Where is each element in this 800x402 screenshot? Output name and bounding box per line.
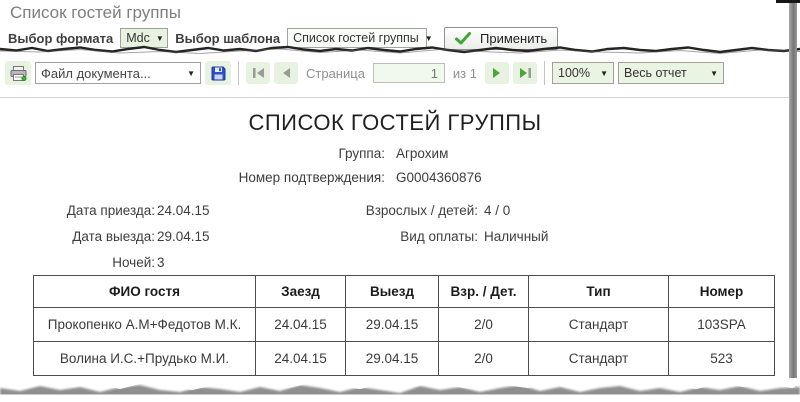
first-page-icon — [252, 67, 265, 79]
adults-children-cell: 2/0 — [438, 307, 529, 342]
template-select-value: Список гостей группы — [293, 31, 419, 45]
guest-name-cell: Прокопенко А.М+Федотов М.К. — [33, 307, 256, 342]
view-mode-select[interactable]: Весь отчет ▼ — [618, 62, 724, 84]
adults-children-cell: 2/0 — [438, 341, 529, 376]
adults-children-label: Взрослых / детей: — [365, 203, 478, 218]
torn-edge-bottom — [0, 378, 800, 402]
table-row: Волина И.С.+Прудько М.И. 24.04.15 29.04.… — [33, 341, 775, 376]
caret-down-icon: ▼ — [424, 33, 433, 43]
checkout-cell: 29.04.15 — [345, 307, 439, 342]
guest-table: ФИО гостя Заезд Выезд Взр. / Дет. Тип Но… — [33, 275, 775, 376]
save-icon — [211, 66, 226, 81]
page-title: Список гостей группы — [10, 3, 181, 22]
nights-value: 3 — [157, 255, 165, 270]
save-button[interactable] — [205, 61, 231, 85]
checkout-cell: 29.04.15 — [345, 341, 439, 376]
toolbar-separator — [238, 61, 239, 85]
departure-date-value: 29.04.15 — [157, 229, 210, 244]
table-header-row: ФИО гостя Заезд Выезд Взр. / Дет. Тип Но… — [33, 275, 775, 308]
room-type-cell: Стандарт — [528, 341, 669, 376]
checkin-cell: 24.04.15 — [255, 341, 346, 376]
page-label: Страница — [306, 65, 365, 81]
payment-type-value: Наличный — [484, 229, 549, 244]
view-mode-select-value: Весь отчет — [624, 66, 687, 80]
printer-icon — [10, 65, 27, 81]
caret-down-icon: ▼ — [155, 33, 164, 43]
torn-edge-top — [0, 45, 800, 55]
column-header: Заезд — [255, 275, 346, 308]
check-icon — [455, 31, 472, 45]
format-select-value: Mdc — [126, 31, 150, 45]
last-page-button[interactable] — [513, 62, 537, 84]
prev-page-icon — [281, 67, 291, 79]
checkin-cell: 24.04.15 — [255, 307, 346, 342]
room-type-cell: Стандарт — [528, 307, 669, 342]
arrival-date-value: 24.04.15 — [157, 203, 210, 218]
group-value: Агрохим — [396, 146, 449, 161]
guest-name-cell: Волина И.С.+Прудько М.И. — [33, 341, 256, 376]
room-number-cell: 103SPA — [668, 307, 775, 342]
confirmation-label: Номер подтверждения: — [238, 170, 385, 185]
last-page-icon — [519, 67, 532, 79]
document-file-select[interactable]: Файл документа... ▼ — [35, 62, 201, 84]
report-toolbar: Файл документа... ▼ Страница 1 из 1 100%… — [5, 58, 724, 88]
confirmation-value: G0004360876 — [396, 170, 482, 185]
document-file-select-value: Файл документа... — [41, 65, 151, 81]
column-header: Выезд — [345, 275, 439, 308]
group-label: Группа: — [338, 146, 385, 161]
first-page-button[interactable] — [246, 62, 270, 84]
payment-type-label: Вид оплаты: — [400, 229, 478, 244]
page-total-label: из 1 — [452, 65, 477, 81]
column-header: Взр. / Дет. — [438, 275, 529, 308]
room-number-cell: 523 — [668, 341, 775, 376]
departure-date-label: Дата выезда: — [72, 229, 155, 244]
zoom-select[interactable]: 100% ▼ — [552, 62, 614, 84]
next-page-icon — [492, 67, 502, 79]
report-title: СПИСОК ГОСТЕЙ ГРУППЫ — [248, 110, 542, 135]
column-header: Тип — [528, 275, 669, 308]
vertical-scrollbar[interactable] — [789, 3, 797, 387]
zoom-select-value: 100% — [558, 66, 590, 80]
page-number-input[interactable] — [372, 63, 445, 83]
report-window: Список гостей группы Выбор формата Mdc ▼… — [0, 0, 800, 402]
nights-label: Ночей: — [112, 255, 155, 270]
column-header: ФИО гостя — [33, 275, 256, 308]
toolbar-separator — [544, 61, 545, 85]
adults-children-value: 4 / 0 — [484, 203, 511, 218]
toolbar-divider — [0, 97, 789, 98]
caret-down-icon: ▼ — [187, 68, 195, 78]
next-page-button[interactable] — [485, 62, 509, 84]
caret-down-icon: ▼ — [710, 68, 718, 78]
caret-down-icon: ▼ — [600, 68, 608, 78]
print-button[interactable] — [5, 61, 31, 85]
prev-page-button[interactable] — [274, 62, 298, 84]
column-header: Номер — [668, 275, 775, 308]
table-row: Прокопенко А.М+Федотов М.К. 24.04.15 29.… — [33, 307, 775, 342]
arrival-date-label: Дата приезда: — [66, 203, 155, 218]
